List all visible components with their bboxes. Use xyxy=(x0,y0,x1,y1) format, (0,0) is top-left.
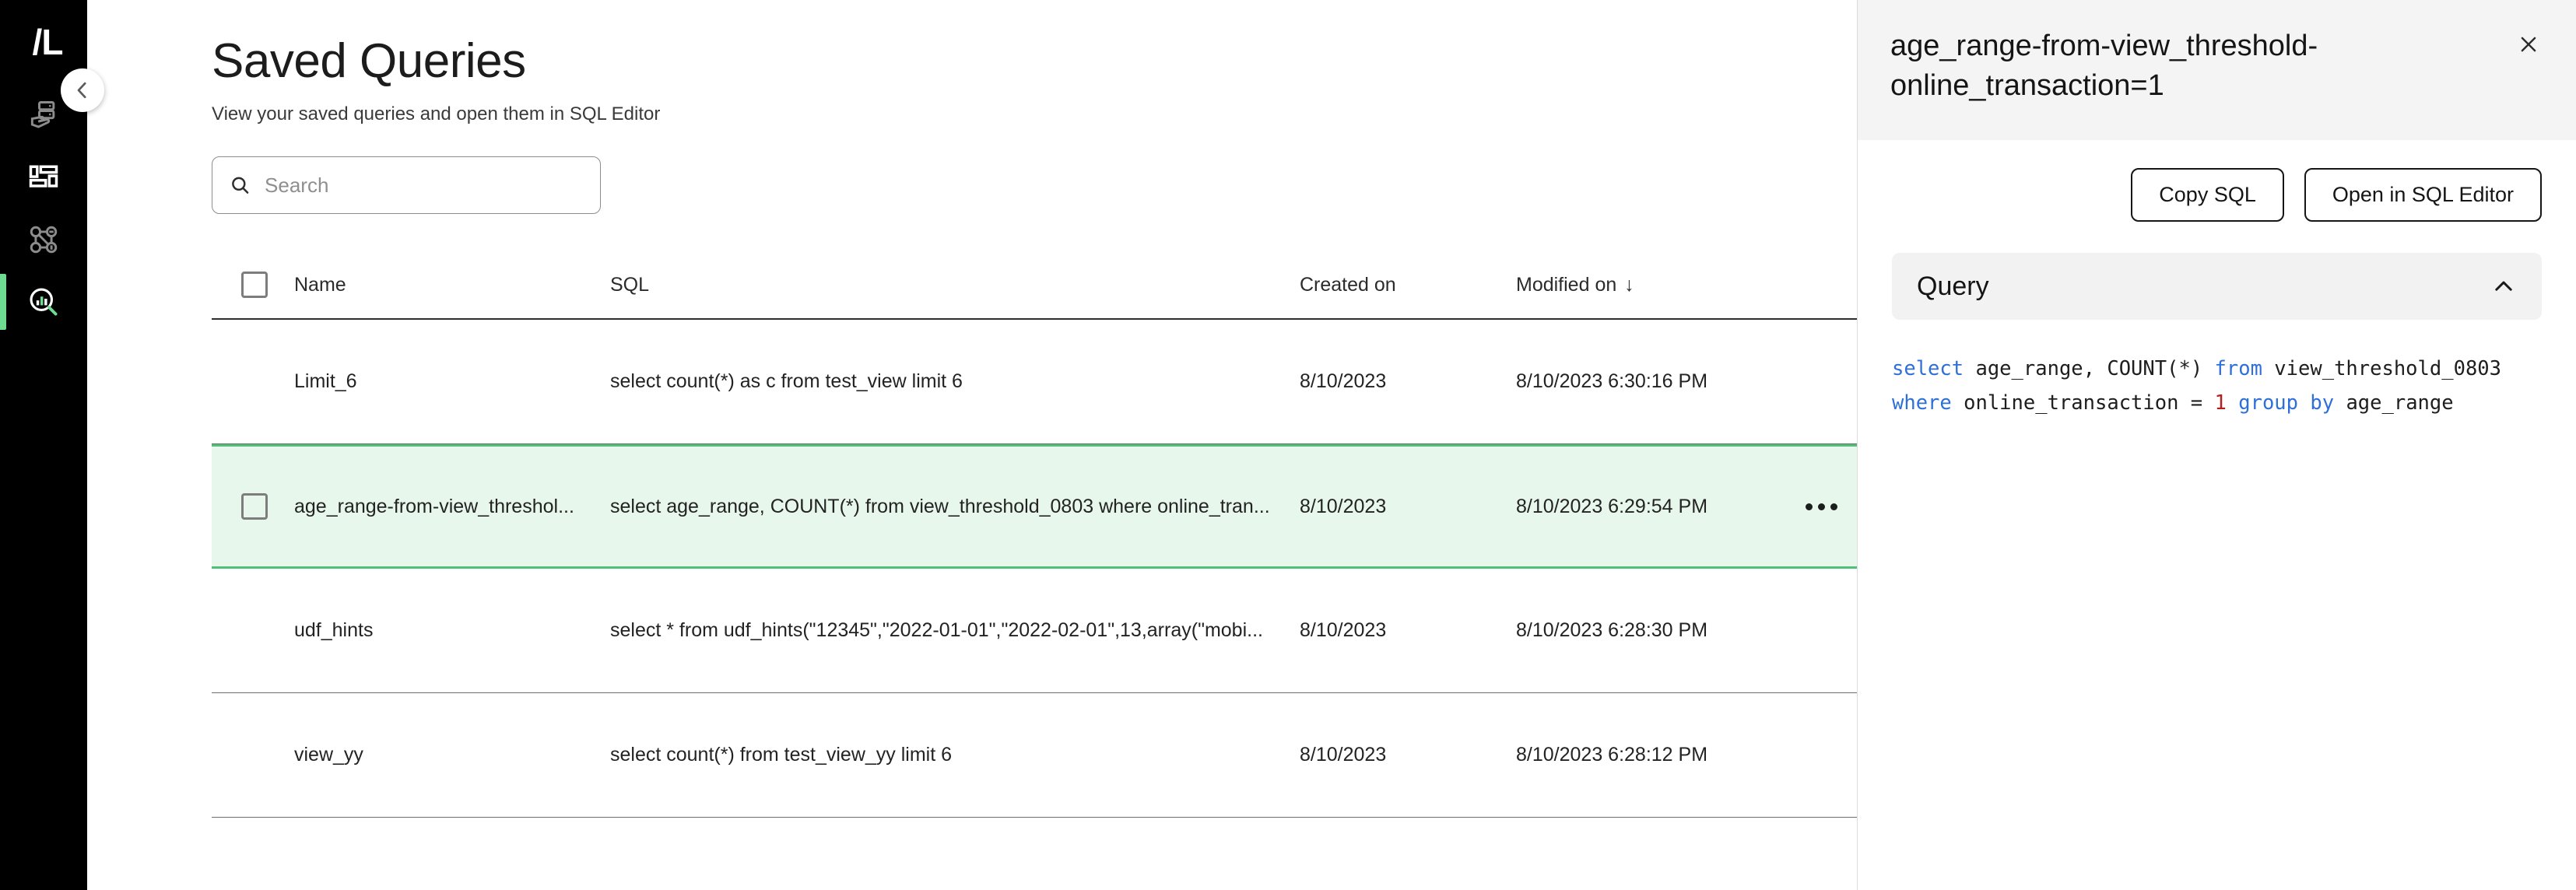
saved-queries-table: Name SQL Created on Modified on ↓ Limit_… xyxy=(212,251,1943,818)
chevron-left-icon xyxy=(77,82,86,99)
query-section: Query select age_range, COUNT(*) from vi… xyxy=(1858,222,2576,421)
copy-sql-button[interactable]: Copy SQL xyxy=(2131,168,2284,222)
cell-name: age_range-from-view_threshol... xyxy=(294,495,574,517)
cell-modified-on: 8/10/2023 6:28:12 PM xyxy=(1516,744,1708,766)
search-box[interactable] xyxy=(212,156,601,215)
sql-text: age_range, COUNT(*) xyxy=(1964,357,2215,380)
cell-sql: select age_range, COUNT(*) from view_thr… xyxy=(610,495,1270,517)
sql-text: view_threshold_0803 xyxy=(2274,357,2501,380)
chevron-up-icon[interactable] xyxy=(2490,273,2517,300)
app-logo-text: /L xyxy=(32,22,64,62)
table-header-row: Name SQL Created on Modified on ↓ xyxy=(212,251,1943,321)
cell-name: udf_hints xyxy=(294,619,374,642)
cell-name: view_yy xyxy=(294,744,363,766)
row-more-actions-button[interactable] xyxy=(1806,503,1837,510)
cell-sql: select count(*) from test_view_yy limit … xyxy=(610,744,953,766)
sidebar-item-dashboard[interactable] xyxy=(0,146,87,208)
select-all-cell xyxy=(212,272,294,299)
sql-keyword: group xyxy=(2238,391,2299,415)
cell-created-on: 8/10/2023 xyxy=(1300,619,1387,642)
search-icon xyxy=(232,177,249,194)
cell-created-on: 8/10/2023 xyxy=(1300,370,1387,393)
cell-name: Limit_6 xyxy=(294,370,357,393)
table-row[interactable]: udf_hints select * from udf_hints("12345"… xyxy=(212,569,1943,694)
panel-action-bar: Copy SQL Open in SQL Editor xyxy=(1858,140,2576,222)
sql-keyword: select xyxy=(1892,357,1964,380)
dashboard-icon xyxy=(29,165,58,187)
cell-modified-on: 8/10/2023 6:28:30 PM xyxy=(1516,619,1708,642)
close-icon xyxy=(2521,37,2536,52)
query-sql-code: select age_range, COUNT(*) from view_thr… xyxy=(1892,352,2542,421)
cell-sql: select count(*) as c from test_view limi… xyxy=(610,370,963,393)
sidebar-item-lineage[interactable] xyxy=(0,208,87,271)
column-header-name-label: Name xyxy=(294,273,346,296)
select-all-checkbox[interactable] xyxy=(241,272,268,299)
sql-keyword: by xyxy=(2310,391,2335,415)
sort-descending-icon[interactable]: ↓ xyxy=(1624,274,1634,296)
lineage-graph-icon xyxy=(30,226,58,254)
sql-keyword: from xyxy=(2214,357,2262,380)
collapse-nav-button[interactable] xyxy=(61,68,104,112)
table-row[interactable]: Limit_6 select count(*) as c from test_vi… xyxy=(212,320,1943,445)
table-row[interactable]: view_yy select count(*) from test_view_yy… xyxy=(212,693,1943,818)
row-checkbox[interactable] xyxy=(241,493,268,520)
column-header-name[interactable]: Name xyxy=(294,274,610,296)
search-input[interactable] xyxy=(265,173,583,198)
query-collapsible-header[interactable]: Query xyxy=(1892,253,2542,320)
data-delivery-icon xyxy=(30,101,55,128)
cell-modified-on: 8/10/2023 6:29:54 PM xyxy=(1516,495,1708,517)
table-body: Limit_6 select count(*) as c from test_vi… xyxy=(212,320,1943,818)
sidebar-item-query-insights[interactable] xyxy=(0,271,87,333)
query-detail-panel: age_range-from-view_threshold-online_tra… xyxy=(1857,0,2576,890)
cell-created-on: 8/10/2023 xyxy=(1300,744,1387,766)
column-header-sql[interactable]: SQL xyxy=(610,274,1300,296)
open-in-sql-editor-button[interactable]: Open in SQL Editor xyxy=(2304,168,2542,222)
left-nav-rail: /L xyxy=(0,0,87,890)
panel-title: age_range-from-view_threshold-online_tra… xyxy=(1890,30,2318,103)
modified-on-text: Modified on xyxy=(1516,273,1617,296)
table-row[interactable]: age_range-from-view_threshol... select ag… xyxy=(212,444,1943,569)
sql-number: 1 xyxy=(2214,391,2227,415)
row-select-cell xyxy=(212,493,294,520)
column-header-created-on[interactable]: Created on xyxy=(1300,274,1516,296)
close-panel-button[interactable] xyxy=(2512,30,2545,63)
column-header-modified-on-label: Modified on ↓ xyxy=(1516,274,1773,296)
column-header-sql-label: SQL xyxy=(610,273,650,296)
query-section-label: Query xyxy=(1917,271,1989,301)
query-insights-icon xyxy=(30,288,58,316)
sql-text: online_transaction = xyxy=(1951,391,2215,415)
column-header-created-on-label: Created on xyxy=(1300,273,1396,296)
rail-item-list xyxy=(0,84,87,333)
cell-sql: select * from udf_hints("12345","2022-01… xyxy=(610,619,1263,642)
app-root: /L Saved Queries View your saved queries… xyxy=(0,0,2576,890)
sql-text: age_range xyxy=(2334,391,2454,415)
sql-keyword: where xyxy=(1892,391,1952,415)
column-header-modified-on[interactable]: Modified on ↓ xyxy=(1516,274,1773,296)
cell-modified-on: 8/10/2023 6:30:16 PM xyxy=(1516,370,1708,393)
cell-created-on: 8/10/2023 xyxy=(1300,495,1387,517)
panel-header: age_range-from-view_threshold-online_tra… xyxy=(1858,0,2576,140)
